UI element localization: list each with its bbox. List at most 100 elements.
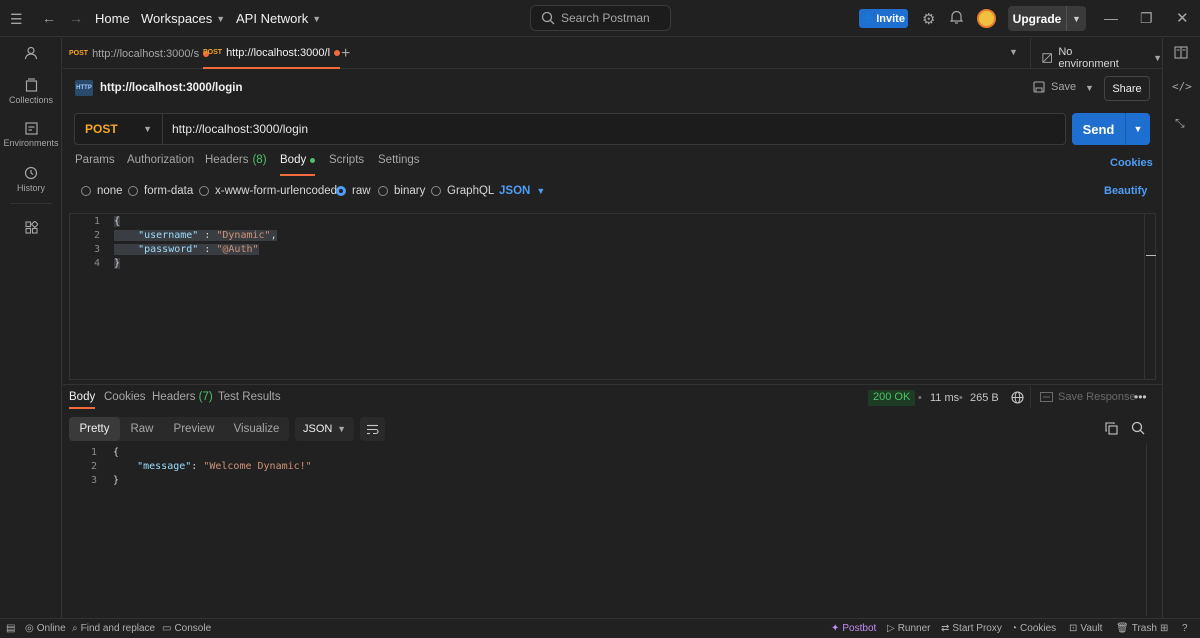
network-globe-icon[interactable]: [1011, 391, 1024, 407]
line-number: 2: [90, 461, 97, 472]
format-label: JSON: [303, 423, 333, 435]
environment-selector[interactable]: No environment ▼: [1042, 46, 1162, 70]
user-avatar[interactable]: [977, 9, 996, 28]
code-icon[interactable]: </>: [1172, 80, 1192, 93]
tab-authorization[interactable]: Authorization: [127, 154, 194, 176]
no-environment-icon: [1042, 53, 1052, 63]
view-preview[interactable]: Preview: [164, 417, 224, 441]
footer-label: Runner: [897, 623, 931, 634]
api-network-menu[interactable]: API Network ▼: [236, 11, 321, 26]
settings-gear-icon[interactable]: ⚙: [922, 10, 935, 28]
console-button[interactable]: ▭ Console: [162, 623, 211, 634]
search-placeholder: Search Postman: [561, 11, 650, 25]
close-window-icon[interactable]: ✕: [1176, 9, 1189, 27]
view-visualize[interactable]: Visualize: [224, 417, 289, 441]
forward-arrow-icon[interactable]: →: [69, 10, 83, 26]
find-replace-button[interactable]: ⌕ Find and replace: [72, 623, 155, 634]
home-link[interactable]: Home: [95, 11, 130, 26]
toggle-sidebar-icon[interactable]: ▤: [6, 623, 15, 634]
tab-scripts[interactable]: Scripts: [329, 154, 364, 176]
minimize-window-icon[interactable]: —: [1104, 10, 1118, 26]
search-icon: ⌕: [72, 623, 78, 634]
separator-dot: •: [959, 392, 963, 404]
save-response-button[interactable]: Save Response: [1040, 391, 1136, 403]
share-button[interactable]: Share: [1104, 76, 1150, 101]
postbot-button[interactable]: ✦ Postbot: [831, 623, 876, 634]
chevron-down-icon: ▼: [216, 13, 226, 24]
radio-raw[interactable]: raw: [336, 185, 371, 197]
request-body-editor[interactable]: 1 2 3 4 { "username" : "Dynamic", "passw…: [69, 213, 1156, 380]
tab-settings[interactable]: Settings: [378, 154, 420, 176]
url-input[interactable]: http://localhost:3000/login: [163, 122, 308, 136]
invite-button[interactable]: 👤 Invite: [859, 9, 908, 28]
response-tab-cookies[interactable]: Cookies: [104, 391, 146, 403]
request-tabs-bar: POST http://localhost:3000/s POST http:/…: [63, 38, 1162, 70]
search-response-icon[interactable]: [1131, 421, 1145, 438]
runner-button[interactable]: ▷ Runner: [887, 623, 931, 634]
back-arrow-icon[interactable]: ←: [42, 10, 56, 26]
chevron-down-icon[interactable]: ▼: [1066, 6, 1086, 31]
online-status[interactable]: ◎ Online: [25, 623, 66, 634]
trash-button[interactable]: 🗑 Trash: [1116, 623, 1157, 634]
response-tab-test-results[interactable]: Test Results: [218, 391, 281, 403]
radio-none[interactable]: none: [81, 185, 123, 197]
radio-binary[interactable]: binary: [378, 185, 425, 197]
more-options-icon[interactable]: •••: [1134, 390, 1147, 404]
start-proxy-button[interactable]: ⇄ Start Proxy: [941, 623, 1002, 634]
response-tab-body[interactable]: Body: [69, 391, 96, 409]
code-line: {: [114, 216, 121, 227]
radio-form-data[interactable]: form-data: [128, 185, 193, 197]
tabs-overflow-chevron-icon[interactable]: ▼: [1009, 47, 1018, 57]
documentation-icon[interactable]: [1174, 46, 1188, 59]
response-format-select[interactable]: JSON ▼: [295, 417, 354, 441]
search-input[interactable]: Search Postman: [530, 5, 671, 31]
layout-toggle-icon[interactable]: ⊞: [1160, 623, 1168, 634]
workspaces-menu[interactable]: Workspaces ▼: [141, 11, 225, 26]
view-raw[interactable]: Raw: [120, 417, 164, 441]
sidebar-item-collections[interactable]: Collections: [0, 78, 62, 105]
upgrade-label: Upgrade: [1012, 11, 1062, 26]
line-number: 3: [90, 475, 97, 486]
copy-icon[interactable]: [1105, 422, 1118, 438]
vault-button[interactable]: ⊡ Vault: [1069, 623, 1102, 634]
send-options-chevron-icon[interactable]: ▼: [1125, 113, 1150, 145]
radio-graphql[interactable]: GraphQL: [431, 185, 494, 197]
response-time[interactable]: 11 ms: [930, 392, 959, 404]
request-title[interactable]: http://localhost:3000/login: [100, 82, 242, 94]
new-tab-plus-icon[interactable]: +: [341, 45, 350, 63]
sidebar-item-configure[interactable]: [0, 221, 62, 234]
save-icon: [1033, 81, 1045, 93]
scrollbar-thumb[interactable]: [1146, 255, 1156, 256]
sidebar-item-environments[interactable]: Environments: [0, 122, 62, 148]
collapse-icon[interactable]: ⤡: [1175, 116, 1185, 131]
response-tab-headers[interactable]: Headers (7): [152, 391, 213, 403]
request-tab-active[interactable]: POST http://localhost:3000/l: [203, 38, 341, 69]
beautify-link[interactable]: Beautify: [1104, 185, 1147, 197]
radio-urlencoded[interactable]: x-www-form-urlencoded: [199, 185, 337, 197]
menu-icon[interactable]: ☰: [10, 11, 23, 28]
tab-label: http://localhost:3000/s: [92, 47, 200, 60]
status-badge[interactable]: 200 OK: [868, 390, 916, 406]
view-pretty[interactable]: Pretty: [69, 417, 120, 441]
tab-body[interactable]: Body: [280, 154, 316, 176]
wrap-lines-button[interactable]: [360, 417, 385, 441]
cookies-link[interactable]: Cookies: [1110, 157, 1153, 169]
tab-params[interactable]: Params: [75, 154, 115, 176]
restore-window-icon[interactable]: ❐: [1140, 10, 1153, 27]
response-size[interactable]: 265 B: [970, 392, 999, 404]
sidebar-item-history[interactable]: History: [0, 166, 62, 193]
method-select[interactable]: POST ▼: [75, 114, 163, 144]
notification-bell-icon[interactable]: [950, 10, 963, 24]
save-options-chevron-icon[interactable]: ▼: [1085, 83, 1094, 93]
help-icon[interactable]: ?: [1182, 623, 1188, 634]
response-body-viewer[interactable]: 1 2 3 { "message": "Welcome Dynamic!" }: [63, 444, 1155, 616]
request-tab[interactable]: POST http://localhost:3000/s: [69, 38, 210, 69]
tab-headers[interactable]: Headers (8): [205, 154, 267, 176]
body-format-select[interactable]: JSON ▼: [499, 185, 545, 197]
upgrade-button[interactable]: Upgrade ▼: [1008, 6, 1086, 31]
save-button[interactable]: Save: [1033, 81, 1076, 93]
cookies-button[interactable]: ◔ Cookies: [1011, 623, 1056, 634]
send-button[interactable]: Send ▼: [1072, 113, 1150, 145]
sidebar-item-account[interactable]: [0, 46, 62, 60]
response-divider[interactable]: [63, 384, 1162, 385]
